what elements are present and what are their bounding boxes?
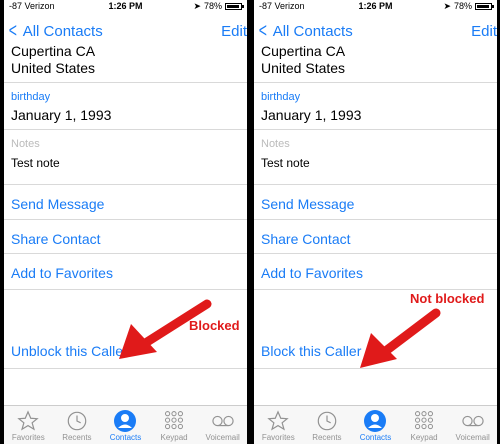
divider bbox=[4, 368, 247, 369]
status-bar: -87 Verizon 1:26 PM ➤ 78% bbox=[254, 0, 497, 12]
tab-label: Contacts bbox=[359, 433, 392, 442]
divider bbox=[254, 253, 497, 254]
tab-recents[interactable]: Recents bbox=[53, 406, 102, 444]
divider bbox=[4, 289, 247, 290]
tab-label: Recents bbox=[62, 433, 92, 442]
divider bbox=[254, 184, 497, 185]
battery-icon bbox=[225, 2, 244, 10]
chevron-left-icon: < bbox=[8, 20, 17, 42]
send-message-button[interactable]: Send Message bbox=[11, 196, 104, 212]
divider bbox=[254, 82, 497, 83]
edit-button[interactable]: Edit bbox=[221, 23, 247, 40]
tab-label: Recents bbox=[312, 433, 342, 442]
status-bar: -87 Verizon 1:26 PM ➤ 78% bbox=[4, 0, 247, 12]
tab-label: Contacts bbox=[109, 433, 142, 442]
divider bbox=[4, 184, 247, 185]
tab-contacts[interactable]: Contacts bbox=[101, 406, 150, 444]
annotation-not-blocked: Not blocked bbox=[410, 291, 485, 306]
tab-label: Keypad bbox=[410, 433, 438, 442]
divider bbox=[4, 253, 247, 254]
tab-label: Favorites bbox=[11, 433, 45, 442]
share-contact-button[interactable]: Share Contact bbox=[261, 231, 351, 247]
address-line-2: United States bbox=[261, 60, 346, 76]
keypad-icon bbox=[415, 411, 434, 430]
divider bbox=[254, 289, 497, 290]
clock-icon bbox=[67, 411, 87, 431]
tab-label: Favorites bbox=[261, 433, 295, 442]
tab-label: Voicemail bbox=[455, 433, 490, 442]
address-line-1: Cupertina CA bbox=[11, 43, 96, 59]
tab-bar: Favorites Recents Contacts Keypad Voicem… bbox=[4, 405, 247, 444]
red-arrow-icon bbox=[119, 299, 212, 359]
tab-label: Keypad bbox=[160, 433, 188, 442]
tab-recents[interactable]: Recents bbox=[303, 406, 352, 444]
divider bbox=[4, 82, 247, 83]
status-time: 1:26 PM bbox=[108, 1, 143, 11]
birthday-value: January 1, 1993 bbox=[11, 107, 112, 123]
star-icon bbox=[267, 410, 290, 431]
notes-value[interactable]: Test note bbox=[11, 156, 60, 170]
tab-voicemail[interactable]: Voicemail bbox=[198, 406, 247, 444]
birthday-value: January 1, 1993 bbox=[261, 107, 362, 123]
tab-voicemail[interactable]: Voicemail bbox=[448, 406, 497, 444]
star-icon bbox=[17, 410, 40, 431]
tab-favorites[interactable]: Favorites bbox=[4, 406, 53, 444]
divider bbox=[254, 219, 497, 220]
tab-keypad[interactable]: Keypad bbox=[150, 406, 199, 444]
divider bbox=[4, 129, 247, 130]
voicemail-icon bbox=[461, 415, 484, 427]
clock-icon bbox=[317, 411, 337, 431]
back-label: All Contacts bbox=[22, 23, 103, 40]
birthday-label: birthday bbox=[11, 91, 51, 103]
block-caller-button[interactable]: Block this Caller bbox=[261, 343, 361, 359]
notes-label: Notes bbox=[11, 138, 40, 150]
phone-screen-not-blocked: -87 Verizon 1:26 PM ➤ 78% < All Contacts… bbox=[254, 0, 497, 444]
chevron-left-icon: < bbox=[258, 20, 267, 42]
share-contact-button[interactable]: Share Contact bbox=[11, 231, 101, 247]
add-to-favorites-button[interactable]: Add to Favorites bbox=[261, 265, 363, 281]
tab-keypad[interactable]: Keypad bbox=[400, 406, 449, 444]
person-icon bbox=[364, 410, 387, 432]
tab-label: Voicemail bbox=[205, 433, 240, 442]
birthday-label: birthday bbox=[261, 91, 301, 103]
address-line-2: United States bbox=[11, 60, 96, 76]
status-time: 1:26 PM bbox=[358, 1, 393, 11]
tab-contacts[interactable]: Contacts bbox=[351, 406, 400, 444]
phone-screen-blocked: -87 Verizon 1:26 PM ➤ 78% < All Contacts… bbox=[4, 0, 247, 444]
voicemail-icon bbox=[211, 415, 234, 427]
notes-label: Notes bbox=[261, 138, 290, 150]
add-to-favorites-button[interactable]: Add to Favorites bbox=[11, 265, 113, 281]
back-button[interactable]: < All Contacts bbox=[7, 20, 103, 42]
address-line-1: Cupertina CA bbox=[261, 43, 346, 59]
tab-favorites[interactable]: Favorites bbox=[254, 406, 303, 444]
divider bbox=[4, 219, 247, 220]
battery-icon bbox=[475, 2, 494, 10]
red-arrow-icon bbox=[360, 308, 441, 368]
keypad-icon bbox=[165, 411, 184, 430]
back-button[interactable]: < All Contacts bbox=[257, 20, 353, 42]
notes-value[interactable]: Test note bbox=[261, 156, 310, 170]
back-label: All Contacts bbox=[272, 23, 353, 40]
edit-button[interactable]: Edit bbox=[471, 23, 497, 40]
person-icon bbox=[114, 410, 137, 432]
tab-bar: Favorites Recents Contacts Keypad Voicem… bbox=[254, 405, 497, 444]
send-message-button[interactable]: Send Message bbox=[261, 196, 354, 212]
divider bbox=[254, 129, 497, 130]
